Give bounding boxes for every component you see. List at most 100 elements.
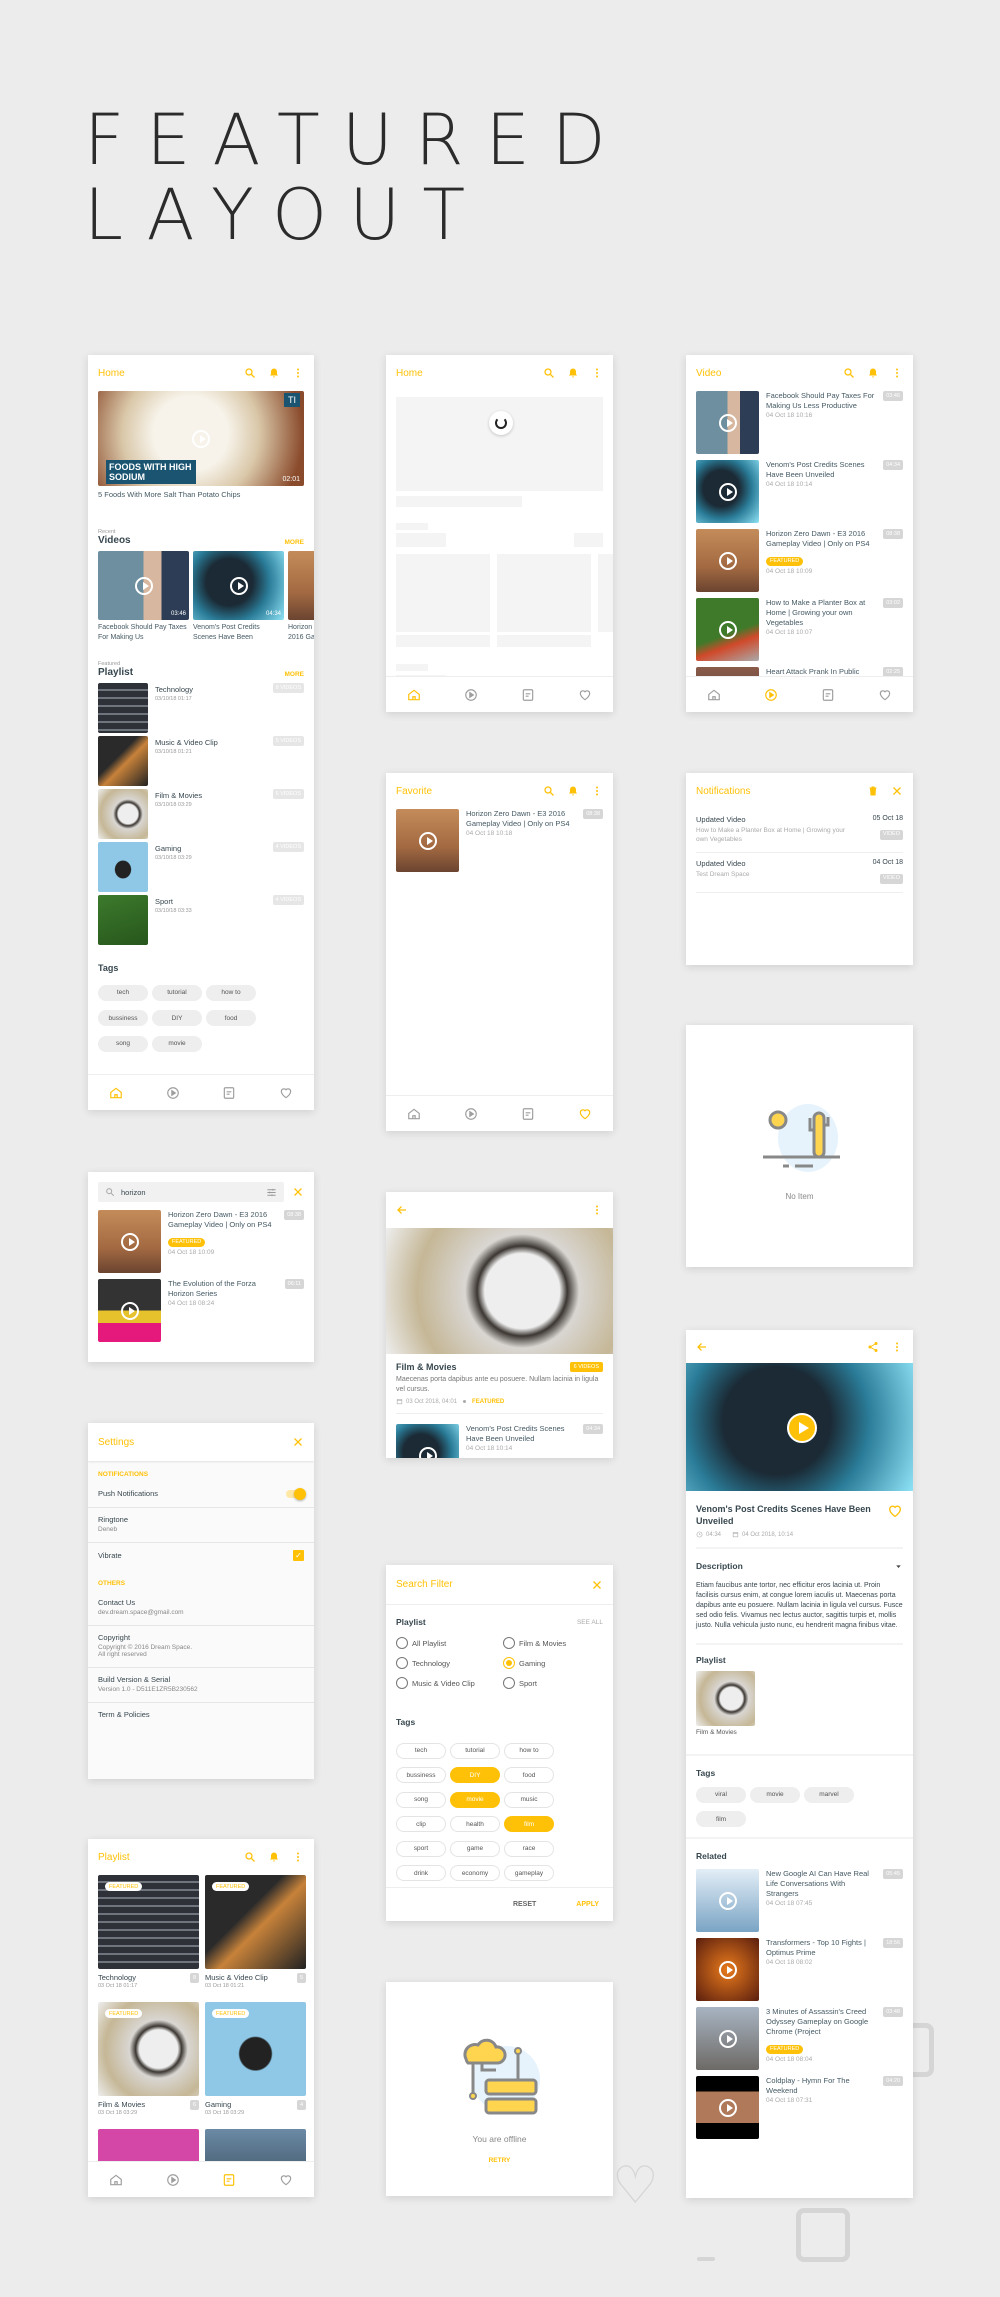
tag-chip[interactable]: viral [696,1786,746,1803]
video-thumbnail[interactable] [696,460,759,523]
push-toggle[interactable] [286,1487,306,1500]
tag-chip[interactable]: marvel [804,1786,854,1803]
search-icon[interactable] [843,367,855,379]
search-input[interactable]: horizon [98,1182,284,1202]
more-link[interactable]: MORE [285,671,305,678]
radio-unchecked-icon[interactable] [503,1677,515,1689]
nav-home-icon[interactable] [407,688,421,702]
search-icon[interactable] [543,367,555,379]
search-icon[interactable] [543,785,555,797]
radio-checked-icon[interactable] [503,1657,515,1669]
tag-chip[interactable]: DIY [152,1010,202,1026]
nav-favorite-icon[interactable] [578,688,592,702]
apply-button[interactable]: APPLY [576,1901,599,1908]
video-card[interactable]: 03:46 Facebook Should Pay Taxes For Makin… [98,551,189,643]
nav-favorite-icon[interactable] [578,1107,592,1121]
terms-setting[interactable]: Term & Policies [88,1703,314,1728]
video-thumbnail[interactable]: FEATURED [205,2002,306,2096]
tag-chip[interactable]: bussiness [396,1767,446,1783]
expand-caret-icon[interactable] [894,1562,903,1571]
tag-chip[interactable]: game [450,1840,500,1857]
playlist-radio[interactable]: Music & Video Clip [396,1677,503,1689]
nav-videos-icon[interactable] [166,1086,180,1100]
tag-chip[interactable]: race [504,1840,554,1857]
video-list-item[interactable]: Coldplay - Hymn For The Weekend 04 Oct 18… [686,2076,913,2139]
nav-favorite-icon[interactable] [279,2173,293,2187]
tag-chip[interactable]: tutorial [450,1742,500,1759]
nav-playlist-icon[interactable] [222,2173,236,2187]
tag-chip[interactable]: food [206,1010,256,1026]
video-list-item[interactable]: How to Make a Planter Box at Home | Grow… [686,598,913,661]
tag-chip[interactable]: sport [396,1840,446,1857]
nav-favorite-icon[interactable] [878,688,892,702]
hero-caption[interactable]: 5 Foods With More Salt Than Potato Chips [98,490,304,499]
video-card[interactable]: 04:34 Venom's Post Credits Scenes Have Be… [193,551,284,643]
video-player[interactable] [686,1363,913,1491]
bell-icon[interactable] [567,785,579,797]
video-thumbnail[interactable]: FEATURED [205,1875,306,1969]
copyright-setting[interactable]: Copyright Copyright © 2016 Dream Space. Al… [88,1626,314,1668]
tag-chip[interactable]: how to [504,1742,554,1759]
video-thumbnail[interactable] [98,789,148,839]
video-list-item[interactable]: The Evolution of the Forza Horizon Serie… [88,1279,314,1342]
video-thumbnail[interactable] [396,809,459,872]
more-vert-icon[interactable] [591,1204,603,1216]
back-arrow-icon[interactable] [396,1204,408,1216]
nav-videos-icon[interactable] [464,688,478,702]
nav-videos-icon[interactable] [764,688,778,702]
video-thumbnail[interactable] [98,842,148,892]
tag-chip[interactable]: film [504,1816,554,1832]
tag-chip[interactable]: food [504,1767,554,1783]
playlist-card[interactable]: FEATURED Gaming 4 03 Oct 18 03:29 [205,2002,306,2129]
search-icon[interactable] [244,367,256,379]
tag-chip[interactable]: tech [396,1742,446,1759]
playlist-radio[interactable]: Film & Movies [503,1637,610,1649]
playlist-row[interactable]: Technology 03/10/18 01:17 8 VIDEOS [98,683,304,733]
playlist-radio[interactable]: Gaming [503,1657,610,1669]
tag-chip[interactable]: economy [450,1865,500,1881]
tag-chip[interactable]: drink [396,1865,446,1881]
radio-unchecked-icon[interactable] [503,1637,515,1649]
nav-playlist-icon[interactable] [222,1086,236,1100]
video-thumbnail[interactable]: 04:34 [193,551,284,620]
push-notifications-setting[interactable]: Push Notifications [88,1482,314,1508]
tag-chip[interactable]: bussiness [98,1010,148,1026]
video-thumbnail[interactable] [98,736,148,786]
nav-home-icon[interactable] [707,688,721,702]
nav-videos-icon[interactable] [464,1107,478,1121]
tag-chip[interactable]: movie [750,1786,800,1803]
playlist-row[interactable]: Sport 03/10/18 03:33 4 VIDEOS [98,895,304,945]
tag-chip[interactable]: tutorial [152,984,202,1001]
video-thumbnail[interactable] [696,1671,755,1726]
more-vert-icon[interactable] [591,367,603,379]
bell-icon[interactable] [268,1851,280,1863]
playlist-card[interactable]: FEATURED Film & Movies 6 03 Oct 18 03:29 [98,2002,199,2129]
nav-videos-icon[interactable] [166,2173,180,2187]
nav-playlist-icon[interactable] [521,688,535,702]
video-list-item[interactable]: Horizon Zero Dawn - E3 2016 Gameplay Vid… [686,529,913,592]
tag-chip[interactable]: song [98,1035,148,1052]
nav-home-icon[interactable] [109,1086,123,1100]
bell-icon[interactable] [567,367,579,379]
video-thumbnail[interactable] [696,598,759,661]
video-list-item[interactable]: Venom's Post Credits Scenes Have Been Un… [386,1424,613,1458]
tag-chip[interactable]: film [696,1811,746,1827]
tag-chip[interactable]: DIY [450,1767,500,1783]
search-icon[interactable] [244,1851,256,1863]
video-thumbnail[interactable] [98,1210,161,1273]
video-thumbnail[interactable] [98,1279,161,1342]
tag-chip[interactable]: movie [152,1035,202,1052]
tag-chip[interactable]: gameplay [504,1865,554,1881]
more-vert-icon[interactable] [591,785,603,797]
video-thumbnail[interactable] [696,1869,759,1932]
video-list-item[interactable]: 3 Minutes of Assassin's Creed Odyssey Ga… [686,2007,913,2070]
playlist-card[interactable]: FEATURED Technology 8 03 Oct 18 01:17 [98,1875,199,2002]
tag-chip[interactable]: tech [98,984,148,1001]
video-thumbnail[interactable] [98,683,148,733]
video-thumbnail[interactable]: FEATURED [98,2002,199,2096]
video-thumbnail[interactable] [288,551,314,620]
more-vert-icon[interactable] [292,367,304,379]
radio-unchecked-icon[interactable] [396,1657,408,1669]
video-thumbnail[interactable] [696,391,759,454]
playlist-row[interactable]: Gaming 03/10/18 03:29 4 VIDEOS [98,842,304,892]
